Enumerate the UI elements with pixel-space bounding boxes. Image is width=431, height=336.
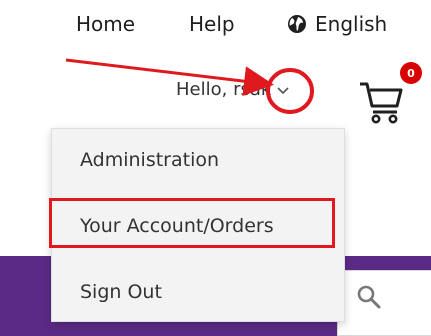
menu-item-administration[interactable]: Administration bbox=[80, 149, 219, 171]
cart-count-badge: 0 bbox=[400, 62, 422, 84]
search-input[interactable] bbox=[337, 270, 431, 336]
menu-item-sign-out[interactable]: Sign Out bbox=[80, 281, 162, 303]
chevron-down-icon[interactable] bbox=[276, 85, 290, 95]
globe-icon bbox=[288, 15, 306, 33]
language-selector[interactable]: English bbox=[287, 12, 387, 36]
account-dropdown-menu: Administration Your Account/Orders Sign … bbox=[49, 128, 345, 322]
nav-help-link[interactable]: Help bbox=[189, 12, 235, 36]
nav-home-link[interactable]: Home bbox=[76, 12, 135, 36]
cart-icon[interactable] bbox=[357, 76, 407, 126]
search-icon[interactable] bbox=[356, 284, 382, 310]
account-menu-toggle[interactable]: Hello, rsak bbox=[176, 79, 290, 100]
menu-item-your-account-orders[interactable]: Your Account/Orders bbox=[80, 215, 274, 237]
greeting-label: Hello, rsak bbox=[176, 79, 272, 100]
language-label: English bbox=[315, 12, 388, 36]
